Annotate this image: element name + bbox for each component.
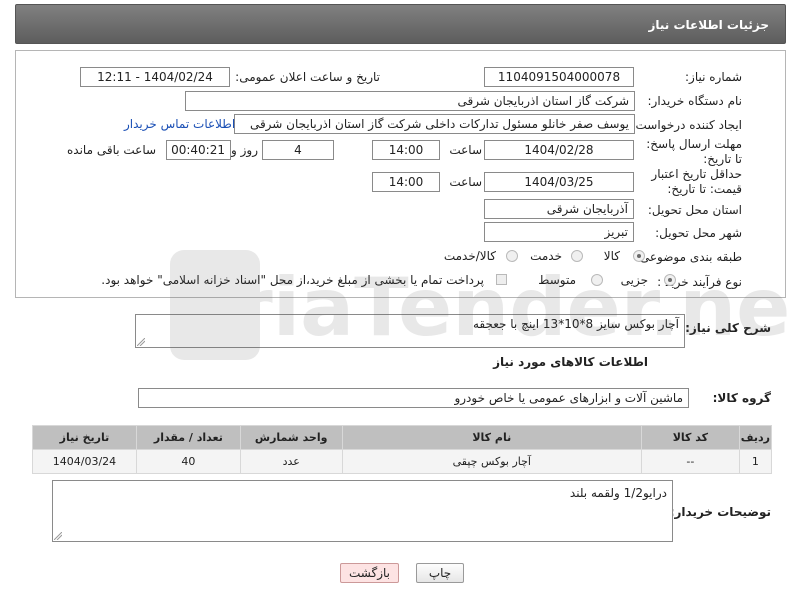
announce-datetime-label: تاریخ و ساعت اعلان عمومی: (235, 70, 380, 84)
creator-field[interactable]: یوسف صفر خانلو مسئول تدارکات داخلی شرکت … (234, 114, 635, 134)
process-minor-label: جزیی (620, 273, 648, 287)
resize-handle-icon[interactable] (54, 532, 62, 540)
need-number-field[interactable]: 1104091504000078 (484, 67, 634, 87)
price-validity-date[interactable]: 1404/03/25 (484, 172, 634, 192)
process-minor-radio[interactable] (664, 274, 676, 286)
page-title: جزئیات اطلاعات نیاز (648, 18, 769, 32)
price-validity-label: حداقل تاریخ اعتبار قیمت: تا تاریخ: (651, 167, 742, 196)
treasury-payment-note: پرداخت تمام یا بخشی از مبلغ خرید،از محل … (101, 273, 484, 287)
print-button[interactable]: چاپ (416, 563, 464, 583)
reply-days-field[interactable]: 4 (262, 140, 334, 160)
col-name-header: نام کالا (341, 425, 642, 450)
buyer-org-field[interactable]: شرکت گاز استان اذربایجان شرقی (185, 91, 635, 111)
buyer-notes-label: توضیحات خریدار: (669, 505, 771, 519)
category-label: طبقه بندی موضوعی: (635, 250, 742, 264)
page-header: جزئیات اطلاعات نیاز (15, 4, 786, 44)
category-service-label: خدمت (530, 249, 562, 263)
category-goods-service-label: کالا/خدمت (443, 249, 496, 263)
cell-unit: عدد (239, 449, 343, 474)
reply-deadline-time[interactable]: 14:00 (372, 140, 440, 160)
delivery-province-label: استان محل تحویل: (647, 203, 742, 217)
col-row-header: ردیف (738, 425, 773, 450)
category-goods-label: کالا (603, 249, 620, 263)
buyer-notes-textarea[interactable]: درایو1/2 ولقمه بلند (52, 480, 673, 542)
goods-group-field[interactable]: ماشین آلات و ابزارهای عمومی یا خاص خودرو (138, 388, 689, 408)
category-goods-radio[interactable] (633, 250, 645, 262)
description-label: شرح کلی نیاز: (685, 321, 771, 335)
col-date-header: تاریخ نیاز (32, 425, 137, 450)
cell-name: آچار بوکس چپقی (341, 449, 642, 474)
cell-code: -- (640, 449, 740, 474)
process-medium-radio[interactable] (591, 274, 603, 286)
delivery-city-field[interactable]: تبریز (484, 222, 634, 242)
description-textarea[interactable]: آچار بوکس سایز 8*10*13 اینچ با جعجقه (135, 314, 685, 348)
goods-info-heading: اطلاعات کالاهای مورد نیاز (493, 355, 648, 369)
col-code-header: کد کالا (640, 425, 740, 450)
price-validity-time-label: ساعت (449, 175, 482, 189)
reply-time-label: ساعت (449, 143, 482, 157)
category-service-radio[interactable] (571, 250, 583, 262)
need-number-label: شماره نیاز: (685, 70, 742, 84)
col-quantity-header: تعداد / مقدار (135, 425, 241, 450)
goods-group-label: گروه کالا: (712, 391, 771, 405)
treasury-payment-checkbox[interactable] (496, 274, 507, 285)
resize-handle-icon[interactable] (137, 338, 145, 346)
cell-need-date: 1404/03/24 (32, 449, 137, 474)
table-header-row: ردیف کد کالا نام کالا واحد شمارش تعداد /… (32, 425, 773, 450)
delivery-city-label: شهر محل تحویل: (655, 226, 742, 240)
remaining-time-label: ساعت باقی مانده (67, 143, 157, 157)
remaining-time-field[interactable]: 00:40:21 (166, 140, 231, 160)
cell-row-number: 1 (738, 449, 773, 474)
buyer-contact-link[interactable]: اطلاعات تماس خریدار (124, 117, 235, 131)
cell-quantity: 40 (135, 449, 241, 474)
announce-datetime-field[interactable]: 1404/02/24 - 12:11 (80, 67, 230, 87)
reply-deadline-date[interactable]: 1404/02/28 (484, 140, 634, 160)
price-validity-time[interactable]: 14:00 (372, 172, 440, 192)
days-label: روز و (231, 143, 258, 157)
process-medium-label: متوسط (538, 273, 576, 287)
buyer-org-label: نام دستگاه خریدار: (647, 94, 743, 108)
reply-deadline-label: مهلت ارسال پاسخ: تا تاریخ: (646, 137, 742, 166)
creator-label: ایجاد کننده درخواست: (631, 118, 742, 132)
back-button[interactable]: بازگشت (340, 563, 399, 583)
col-unit-header: واحد شمارش (239, 425, 343, 450)
goods-table: ردیف کد کالا نام کالا واحد شمارش تعداد /… (32, 425, 773, 474)
table-row[interactable]: 1 -- آچار بوکس چپقی عدد 40 1404/03/24 (32, 449, 773, 474)
category-goods-service-radio[interactable] (506, 250, 518, 262)
delivery-province-field[interactable]: آذربایجان شرقی (484, 199, 634, 219)
